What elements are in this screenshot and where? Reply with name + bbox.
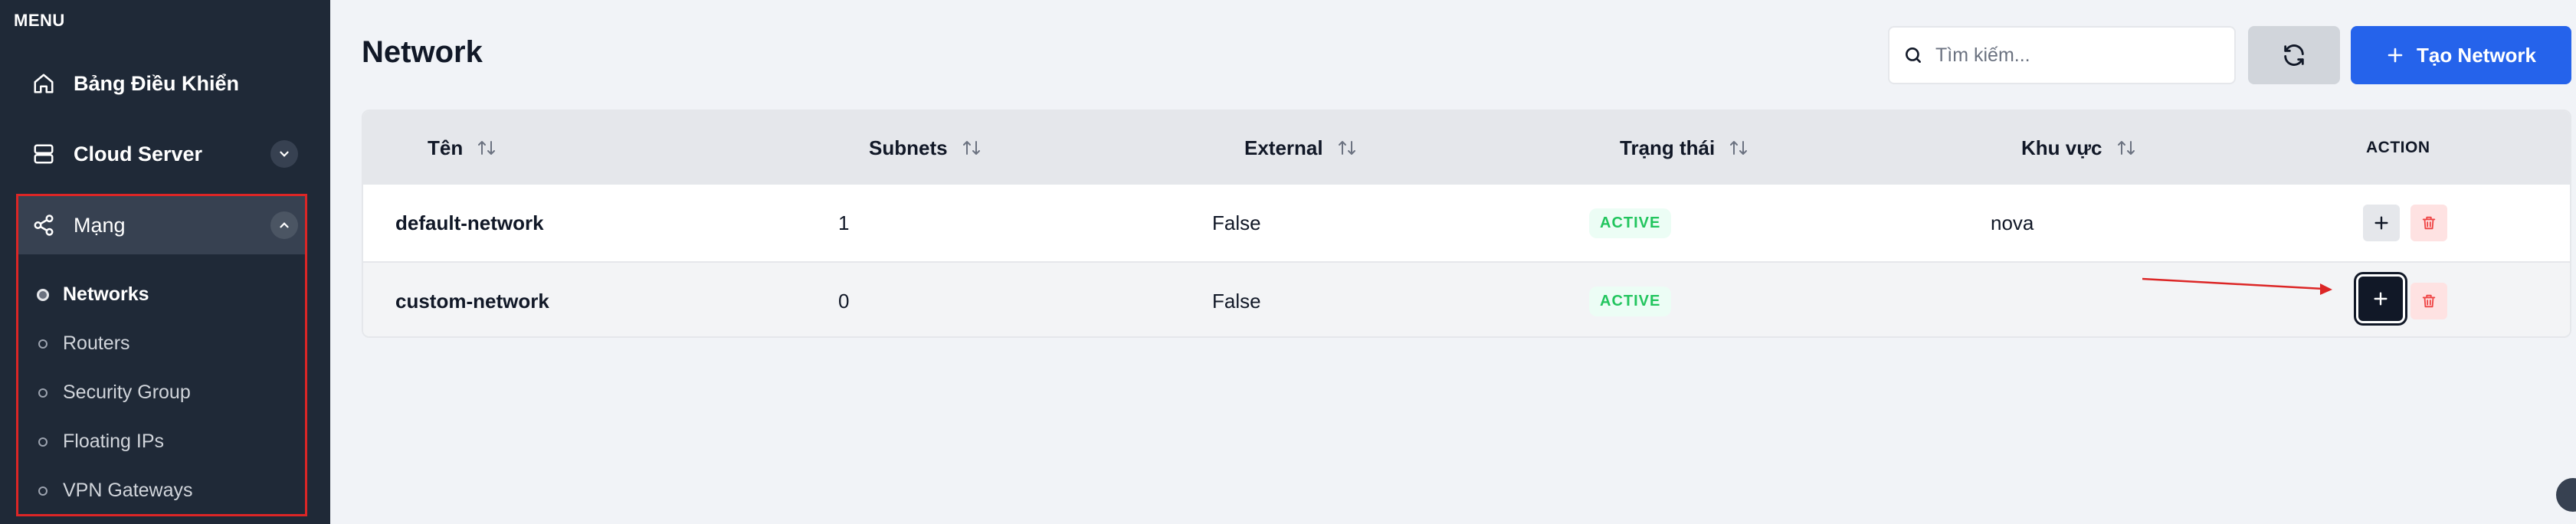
table-row: custom-network 0 False ACTIVE [363, 263, 2570, 336]
sort-icon [2116, 139, 2136, 157]
sidebar-subitem-label: VPN Gateways [63, 480, 193, 501]
cell-status: ACTIVE [1589, 263, 1672, 336]
column-header-label: Trạng thái [1620, 136, 1716, 159]
sidebar-subitem-label: Floating IPs [63, 431, 165, 452]
column-header-external[interactable]: External [1244, 111, 1357, 185]
plus-icon [2374, 216, 2388, 230]
sidebar-subitem-label: Routers [63, 332, 130, 354]
sidebar-subitem-floating-ips[interactable]: Floating IPs [38, 431, 164, 453]
create-network-label: Tạo Network [2416, 43, 2537, 67]
annotation-arrow-icon [2142, 277, 2332, 295]
page-title: Network [362, 35, 483, 69]
cell-subnets: 0 [838, 289, 850, 313]
cell-subnets: 1 [838, 211, 850, 234]
cell-external: False [1212, 211, 1261, 234]
sidebar-subitem-security-group[interactable]: Security Group [38, 382, 191, 404]
table-row: default-network 1 False ACTIVE nova [363, 185, 2570, 263]
sidebar-subitem-vpn-gateways[interactable]: VPN Gateways [38, 480, 193, 502]
sidebar-subitem-networks[interactable]: Networks [37, 283, 149, 306]
delete-button[interactable] [2410, 283, 2447, 319]
radio-dot-icon [38, 339, 48, 349]
chat-widget-icon[interactable] [2556, 478, 2576, 512]
sidebar-item-label: Bảng Điều Khiển [74, 71, 240, 95]
sort-icon [1729, 139, 1748, 157]
refresh-icon [2284, 44, 2304, 66]
sort-icon [962, 139, 982, 157]
column-header-label: Tên [428, 136, 464, 159]
sort-icon [1337, 139, 1357, 157]
add-subnet-button[interactable] [2363, 205, 2400, 241]
column-header-label: Subnets [869, 136, 948, 159]
radio-dot-icon [38, 437, 48, 447]
server-icon [31, 141, 57, 167]
chevron-down-icon[interactable] [270, 140, 298, 168]
cell-external: False [1212, 289, 1261, 313]
status-badge: ACTIVE [1589, 208, 1672, 238]
sidebar-subitem-label: Networks [63, 283, 149, 305]
cell-status: ACTIVE [1589, 185, 1672, 261]
radio-dot-icon [38, 388, 48, 398]
cell-name: custom-network [395, 289, 549, 313]
search-box[interactable] [1888, 26, 2236, 84]
trash-icon [2422, 216, 2436, 230]
sidebar-item-label: Cloud Server [74, 142, 203, 165]
column-header-status[interactable]: Trạng thái [1620, 111, 1748, 185]
sidebar-item-cloud-server[interactable]: Cloud Server [17, 123, 312, 185]
trash-icon [2422, 294, 2436, 308]
refresh-button[interactable] [2248, 26, 2340, 84]
network-table: Tên Subnets External Trạng thái Khu vực … [362, 110, 2571, 338]
sidebar-item-network[interactable]: Mạng [17, 194, 312, 257]
add-subnet-button[interactable] [2358, 277, 2403, 321]
radio-dot-icon [37, 288, 49, 301]
cell-name: default-network [395, 211, 544, 234]
column-header-name[interactable]: Tên [428, 111, 497, 185]
table-header: Tên Subnets External Trạng thái Khu vực … [363, 111, 2570, 185]
plus-icon [2388, 47, 2403, 63]
search-input[interactable] [1934, 43, 2213, 67]
plus-icon [2374, 292, 2388, 306]
column-header-label: Khu vực [2021, 136, 2102, 159]
search-icon [1906, 47, 1921, 63]
home-icon [31, 70, 57, 97]
radio-dot-icon [38, 486, 48, 496]
sidebar-item-dashboard[interactable]: Bảng Điều Khiển [17, 52, 312, 115]
menu-label: MENU [14, 11, 65, 30]
column-header-label: External [1244, 136, 1323, 159]
column-header-region[interactable]: Khu vực [2021, 111, 2136, 185]
sidebar-subitem-label: Security Group [63, 382, 191, 403]
cell-region: nova [1991, 211, 2034, 234]
chevron-up-icon[interactable] [270, 211, 298, 239]
create-network-button[interactable]: Tạo Network [2351, 26, 2571, 84]
column-header-subnets[interactable]: Subnets [869, 111, 982, 185]
status-badge: ACTIVE [1589, 286, 1672, 316]
sidebar-item-label: Mạng [74, 213, 126, 237]
sidebar-subitem-routers[interactable]: Routers [38, 332, 130, 355]
share-icon [31, 212, 57, 238]
delete-button[interactable] [2410, 205, 2447, 241]
column-header-action: ACTION [2366, 139, 2430, 156]
sort-icon [477, 139, 497, 157]
sidebar: MENU Bảng Điều Khiển Cloud Server Mạng N… [0, 0, 330, 524]
